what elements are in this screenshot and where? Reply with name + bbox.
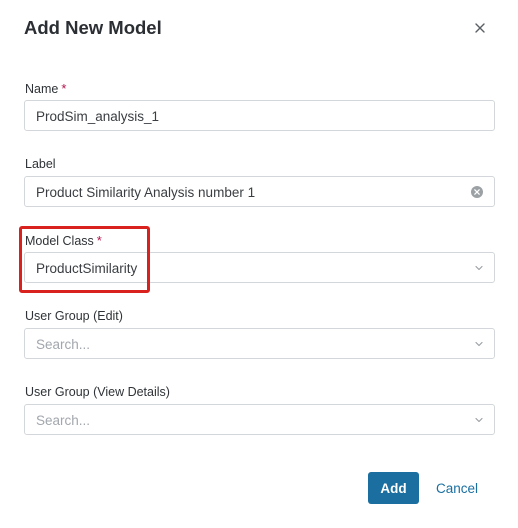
label-field-label: Label bbox=[25, 157, 56, 171]
chevron-down-icon bbox=[475, 265, 483, 271]
label-input[interactable]: Product Similarity Analysis number 1 bbox=[24, 176, 495, 207]
add-button[interactable]: Add bbox=[368, 472, 419, 504]
add-model-dialog: Add New Model Name * ProdSim_analysis_1 L… bbox=[0, 0, 518, 528]
user-group-edit-select[interactable]: Search... bbox=[24, 328, 495, 359]
user-group-view-select[interactable]: Search... bbox=[24, 404, 495, 435]
model-class-select-value: ProductSimilarity bbox=[36, 261, 138, 276]
name-input-value: ProdSim_analysis_1 bbox=[36, 109, 160, 124]
required-marker: * bbox=[61, 81, 67, 96]
model-class-select[interactable]: ProductSimilarity bbox=[24, 252, 495, 283]
dialog-title: Add New Model bbox=[24, 17, 162, 38]
user-group-edit-placeholder: Search... bbox=[36, 337, 91, 352]
name-input[interactable]: ProdSim_analysis_1 bbox=[24, 100, 495, 131]
close-button[interactable] bbox=[470, 18, 490, 38]
chevron-down-icon bbox=[475, 417, 483, 423]
name-field-label: Name * bbox=[25, 81, 66, 96]
label-input-value: Product Similarity Analysis number 1 bbox=[36, 185, 256, 200]
user-group-view-label: User Group (View Details) bbox=[25, 385, 170, 399]
user-group-edit-label: User Group (Edit) bbox=[25, 309, 123, 323]
chevron-down-icon bbox=[475, 341, 483, 347]
model-class-field-label: Model Class * bbox=[25, 233, 102, 248]
name-label-text: Name bbox=[25, 82, 59, 96]
clear-icon[interactable] bbox=[471, 186, 483, 198]
close-icon bbox=[475, 23, 485, 33]
model-class-label-text: Model Class bbox=[25, 234, 94, 248]
required-marker: * bbox=[96, 233, 102, 248]
user-group-view-placeholder: Search... bbox=[36, 413, 91, 428]
cancel-button[interactable]: Cancel bbox=[436, 481, 478, 496]
